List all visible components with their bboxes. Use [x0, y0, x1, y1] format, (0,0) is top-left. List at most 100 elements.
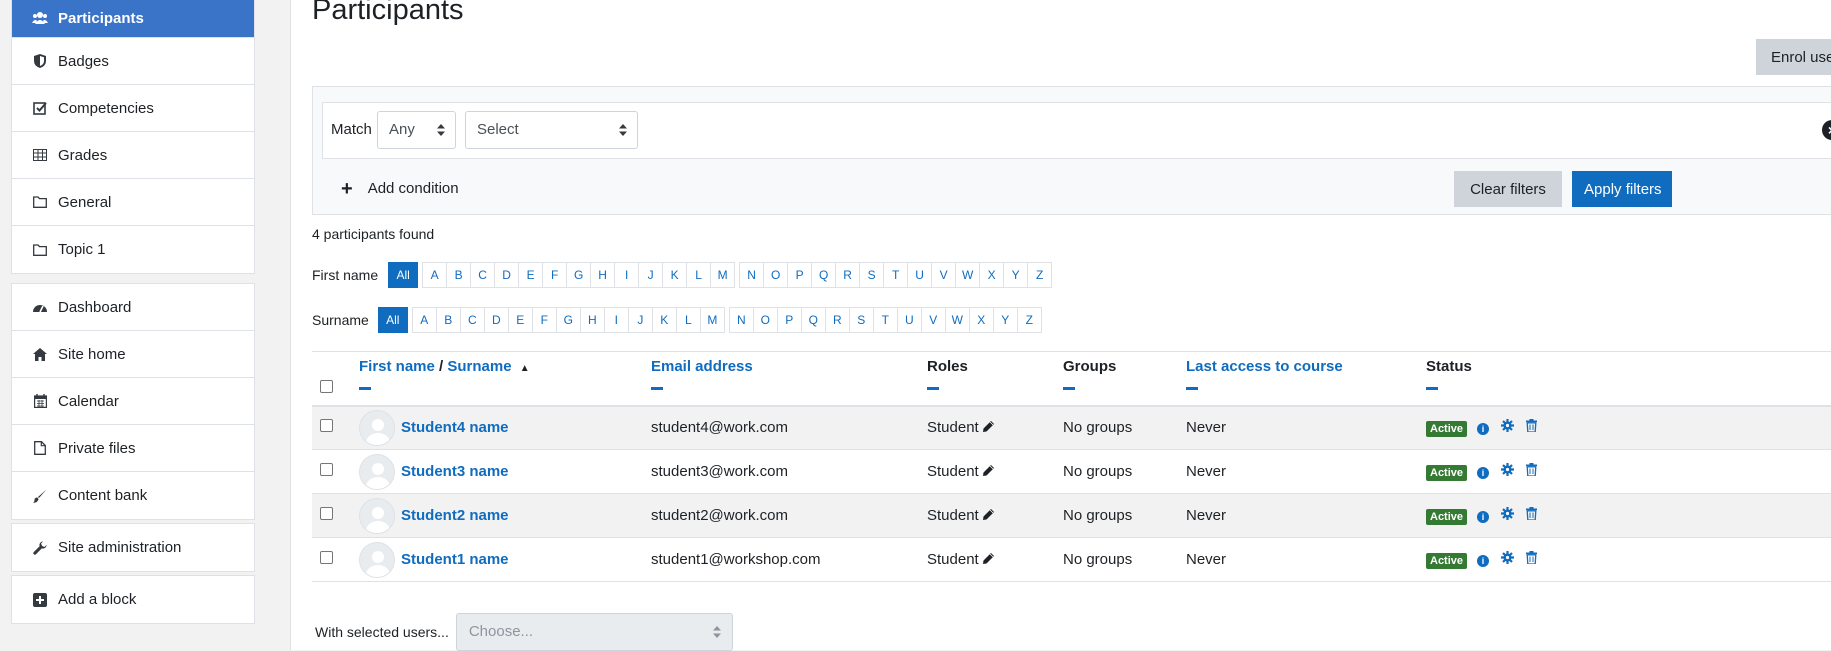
sidebar-item-badges[interactable]: Badges [12, 38, 254, 85]
firstname-initial-z[interactable]: Z [1027, 262, 1053, 288]
row-select-checkbox[interactable] [320, 551, 333, 564]
firstname-initial-n[interactable]: N [739, 262, 765, 288]
surname-initial-o[interactable]: O [752, 307, 778, 333]
sidebar-item-site-administration[interactable]: Site administration [12, 524, 254, 571]
row-select-checkbox[interactable] [320, 419, 333, 433]
collapse-email-column-icon[interactable] [651, 387, 663, 390]
trash-icon[interactable] [1523, 418, 1539, 435]
surname-initial-y[interactable]: Y [992, 307, 1018, 333]
firstname-initial-d[interactable]: D [494, 262, 520, 288]
sort-email-link[interactable]: Email address [651, 358, 753, 375]
surname-initial-t[interactable]: T [872, 307, 898, 333]
firstname-initial-i[interactable]: I [614, 262, 640, 288]
sidebar-item-site-home[interactable]: Site home [12, 331, 254, 378]
gear-icon[interactable] [1499, 550, 1515, 567]
collapse-lastaccess-column-icon[interactable] [1186, 387, 1198, 390]
surname-initial-m[interactable]: M [699, 307, 725, 333]
trash-icon[interactable] [1523, 550, 1539, 567]
firstname-initial-j[interactable]: J [638, 262, 664, 288]
firstname-initial-y[interactable]: Y [1003, 262, 1029, 288]
pencil-icon[interactable] [982, 508, 994, 523]
filter-field-select[interactable]: Select [465, 111, 638, 149]
surname-initial-h[interactable]: H [579, 307, 605, 333]
row-select-checkbox[interactable] [320, 463, 333, 476]
surname-initial-a[interactable]: A [411, 307, 437, 333]
surname-initial-l[interactable]: L [675, 307, 701, 333]
bulk-action-select[interactable]: Choose... [455, 613, 733, 651]
gear-icon[interactable] [1499, 506, 1515, 523]
sidebar-item-add-a-block[interactable]: Add a block [12, 576, 254, 623]
enrol-users-button[interactable]: Enrol users [1756, 39, 1831, 75]
firstname-initial-c[interactable]: C [470, 262, 496, 288]
surname-initial-n[interactable]: N [728, 307, 754, 333]
sidebar-item-private-files[interactable]: Private files [12, 425, 254, 472]
firstname-initial-x[interactable]: X [979, 262, 1005, 288]
firstname-initial-a[interactable]: A [422, 262, 448, 288]
firstname-initial-w[interactable]: W [955, 262, 981, 288]
avatar[interactable] [359, 409, 395, 446]
firstname-initial-h[interactable]: H [590, 262, 616, 288]
info-icon[interactable]: i [1475, 419, 1491, 435]
firstname-initial-p[interactable]: P [787, 262, 813, 288]
surname-initial-x[interactable]: X [968, 307, 994, 333]
info-icon[interactable]: i [1475, 507, 1491, 523]
surname-initial-d[interactable]: D [483, 307, 509, 333]
firstname-initial-s[interactable]: S [859, 262, 885, 288]
sort-firstname-link[interactable]: First name [359, 358, 435, 375]
avatar[interactable] [359, 453, 395, 490]
pencil-icon[interactable] [982, 552, 994, 567]
firstname-initial-o[interactable]: O [763, 262, 789, 288]
gear-icon[interactable] [1499, 418, 1515, 435]
surname-initial-k[interactable]: K [651, 307, 677, 333]
surname-initial-r[interactable]: R [824, 307, 850, 333]
avatar[interactable] [359, 541, 395, 578]
user-profile-link[interactable]: Student4 name [401, 419, 509, 436]
surname-initial-b[interactable]: B [435, 307, 461, 333]
surname-initial-w[interactable]: W [944, 307, 970, 333]
user-profile-link[interactable]: Student3 name [401, 463, 509, 480]
info-icon[interactable]: i [1475, 551, 1491, 567]
firstname-initial-q[interactable]: Q [811, 262, 837, 288]
firstname-initial-all[interactable]: All [388, 262, 419, 288]
surname-initial-s[interactable]: S [848, 307, 874, 333]
avatar[interactable] [359, 497, 395, 534]
pencil-icon[interactable] [982, 464, 994, 479]
surname-initial-p[interactable]: P [776, 307, 802, 333]
remove-filter-close-icon[interactable]: × [1822, 120, 1831, 140]
info-icon[interactable]: i [1475, 463, 1491, 479]
collapse-groups-column-icon[interactable] [1063, 387, 1075, 390]
surname-initial-e[interactable]: E [507, 307, 533, 333]
add-condition-link[interactable]: + Add condition [341, 179, 459, 199]
surname-initial-v[interactable]: V [920, 307, 946, 333]
firstname-initial-e[interactable]: E [518, 262, 544, 288]
surname-initial-c[interactable]: C [459, 307, 485, 333]
collapse-name-column-icon[interactable] [359, 387, 371, 390]
firstname-initial-g[interactable]: G [566, 262, 592, 288]
apply-filters-button[interactable]: Apply filters [1572, 171, 1672, 207]
match-select[interactable]: Any [377, 111, 456, 149]
trash-icon[interactable] [1523, 506, 1539, 523]
sidebar-item-grades[interactable]: Grades [12, 132, 254, 179]
firstname-initial-t[interactable]: T [883, 262, 909, 288]
firstname-initial-v[interactable]: V [931, 262, 957, 288]
sidebar-item-content-bank[interactable]: Content bank [12, 472, 254, 519]
sidebar-item-dashboard[interactable]: Dashboard [12, 284, 254, 331]
sidebar-item-calendar[interactable]: Calendar [12, 378, 254, 425]
surname-initial-u[interactable]: U [896, 307, 922, 333]
surname-initial-all[interactable]: All [377, 307, 408, 333]
surname-initial-i[interactable]: I [603, 307, 629, 333]
sort-surname-link[interactable]: Surname [447, 358, 511, 375]
firstname-initial-m[interactable]: M [710, 262, 736, 288]
firstname-initial-f[interactable]: F [542, 262, 568, 288]
firstname-initial-b[interactable]: B [446, 262, 472, 288]
collapse-status-column-icon[interactable] [1426, 387, 1438, 390]
surname-initial-f[interactable]: F [531, 307, 557, 333]
trash-icon[interactable] [1523, 462, 1539, 479]
collapse-roles-column-icon[interactable] [927, 387, 939, 390]
firstname-initial-r[interactable]: R [835, 262, 861, 288]
user-profile-link[interactable]: Student2 name [401, 507, 509, 524]
clear-filters-button[interactable]: Clear filters [1454, 171, 1562, 207]
sidebar-item-general[interactable]: General [12, 179, 254, 226]
user-profile-link[interactable]: Student1 name [401, 551, 509, 568]
sidebar-item-topic-1[interactable]: Topic 1 [12, 226, 254, 273]
